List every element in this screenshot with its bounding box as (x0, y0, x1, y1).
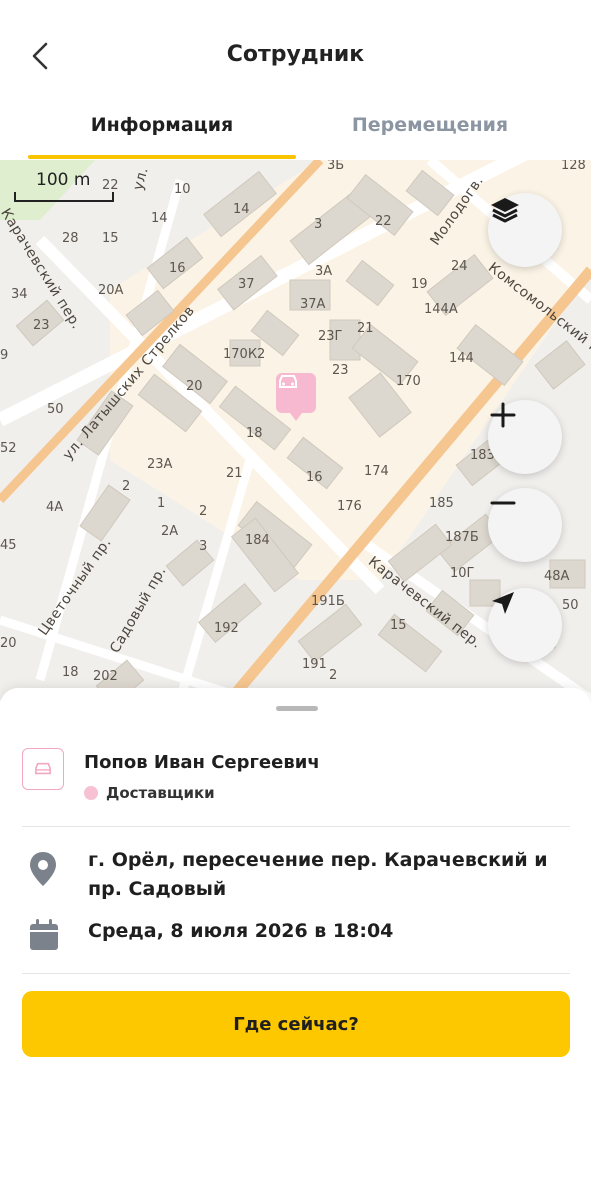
house-number: 28 (62, 231, 79, 246)
car-icon (35, 762, 51, 775)
location-pin-icon (30, 852, 56, 886)
house-number: 1 (157, 496, 166, 511)
house-number: 185 (429, 496, 454, 511)
house-number: 191 (302, 657, 327, 672)
house-number: 22 (102, 178, 119, 193)
employee-map-marker[interactable] (276, 373, 316, 421)
where-now-button[interactable]: Где сейчас? (22, 991, 570, 1057)
house-number: 20 (186, 379, 203, 394)
house-number: 192 (214, 621, 239, 636)
house-number: 18 (246, 426, 263, 441)
house-number: 174 (364, 464, 389, 479)
house-number: 3Б (327, 160, 345, 173)
house-number: 187Б (445, 530, 479, 545)
navigation-arrow-icon (492, 592, 514, 614)
house-number: 3 (314, 217, 323, 232)
employee-details-sheet: Попов Иван Сергеевич Доставщики г. Орёл,… (0, 688, 591, 1177)
house-number: 144А (424, 302, 458, 317)
tab-movements[interactable]: Перемещения (296, 114, 564, 136)
house-number: 191Б (311, 594, 345, 609)
house-number: 10Г (450, 566, 475, 581)
house-number: 23 (332, 363, 349, 378)
employee-datetime: Среда, 8 июля 2026 в 18:04 (88, 920, 394, 942)
minus-icon (490, 501, 516, 505)
role-label: Доставщики (106, 784, 215, 802)
house-number: 128 (561, 160, 586, 173)
tab-bar: Информация Перемещения (0, 100, 591, 160)
house-number: 21 (357, 321, 374, 336)
house-number: 52 (0, 441, 17, 456)
house-number: 20 (0, 636, 17, 651)
scale-label: 100 m (36, 170, 91, 190)
my-location-button[interactable] (488, 588, 562, 662)
employee-address: г. Орёл, пересечение пер. Карачевский и … (88, 849, 548, 900)
house-number: 14 (151, 211, 168, 226)
scale-bar (14, 192, 114, 202)
house-number: 23 (33, 318, 50, 333)
house-number: 19 (411, 277, 428, 292)
house-number: 3 (199, 539, 208, 554)
house-number: 144 (449, 351, 474, 366)
plus-icon (490, 402, 516, 428)
house-number: 37 (238, 277, 255, 292)
house-number: 50 (562, 598, 579, 613)
house-number: 176 (337, 499, 362, 514)
divider (22, 973, 570, 974)
calendar-icon (30, 919, 58, 950)
house-number: 170 (396, 374, 421, 389)
house-number: 170К2 (223, 347, 266, 362)
house-number: 24 (451, 259, 468, 274)
map-view[interactable]: 3Б 128 10 22 14 14 3 22 28 15 16 3А 24 1… (0, 160, 591, 700)
active-tab-indicator (28, 155, 296, 159)
house-number: 184 (245, 533, 270, 548)
house-number: 16 (169, 261, 186, 276)
house-number: 14 (233, 202, 250, 217)
employee-name: Попов Иван Сергеевич (84, 752, 320, 773)
house-number: 2А (161, 524, 179, 539)
zoom-in-button[interactable] (488, 400, 562, 474)
house-number: 16 (306, 470, 323, 485)
house-number: 15 (102, 231, 119, 246)
role-color-dot (84, 786, 98, 800)
house-number: 4А (46, 500, 64, 515)
house-number: 2 (122, 479, 131, 494)
house-number: 9 (0, 348, 9, 363)
house-number: 23А (147, 457, 173, 472)
house-number: 2 (329, 668, 338, 683)
page-title: Сотрудник (226, 42, 365, 67)
house-number: 50 (47, 402, 64, 417)
house-number: 22 (375, 214, 392, 229)
divider (22, 826, 570, 827)
house-number: 10 (174, 182, 191, 197)
app-header: Сотрудник (0, 0, 591, 110)
sheet-grabber[interactable] (276, 706, 318, 711)
house-number: 21 (226, 466, 243, 481)
house-number: 45 (0, 538, 17, 553)
employee-avatar (22, 748, 64, 790)
house-number: 2 (199, 504, 208, 519)
house-number: 18 (62, 665, 79, 680)
house-number: 34 (11, 287, 28, 302)
house-number: 202 (93, 669, 118, 684)
house-number: 3А (315, 264, 333, 279)
zoom-out-button[interactable] (488, 488, 562, 562)
house-number: 48А (544, 569, 570, 584)
house-number: 15 (390, 618, 407, 633)
house-number: 23Г (318, 329, 343, 344)
car-icon (279, 375, 297, 388)
house-number: 37А (300, 297, 326, 312)
tab-information[interactable]: Информация (28, 114, 296, 136)
employee-role: Доставщики (84, 784, 215, 802)
layers-icon (491, 198, 519, 223)
house-number: 20А (98, 283, 124, 298)
map-layers-button[interactable] (488, 193, 562, 267)
